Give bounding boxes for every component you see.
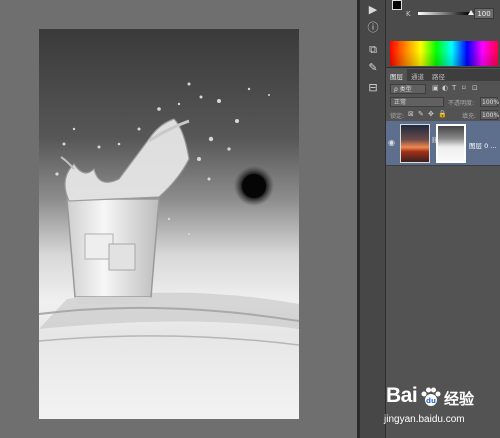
blend-mode-select[interactable]: 正常 <box>390 97 444 107</box>
fill-field[interactable]: 100% <box>480 110 499 120</box>
panel-toolstrip: ▶ ⓘ ⧉ ✎ ⊟ <box>360 0 386 438</box>
tab-layers[interactable]: 图层 <box>386 69 407 81</box>
info-icon[interactable]: ⓘ <box>365 20 381 36</box>
opacity-label: 不透明度: <box>448 100 475 107</box>
smart-object-filter-icon[interactable]: ⊡ <box>472 85 479 92</box>
clone-source-icon[interactable]: ⧉ <box>365 42 381 58</box>
adjustment-filter-icon[interactable]: ◐ <box>442 85 449 92</box>
k-channel-slider[interactable] <box>418 12 470 15</box>
eye-icon[interactable]: ◉ <box>388 138 395 147</box>
type-filter-icon[interactable]: T <box>452 85 459 92</box>
color-panel: K 100 <box>386 0 500 68</box>
layers-panel-tabs: 图层 通道 路径 <box>386 69 500 81</box>
watermark-url: jingyan.baidu.com <box>384 414 465 425</box>
layer-name[interactable]: 图层 0 ... <box>469 140 496 150</box>
adjust-icon[interactable]: ⊟ <box>365 80 381 96</box>
color-spectrum[interactable] <box>390 41 498 66</box>
right-panels: K 100 图层 通道 路径 ρ 类型 ▣ ◐ T ⌑ ⊡ 正常 不透明度: 1… <box>386 0 500 438</box>
layer-row[interactable]: ◉ ⛓ 图层 0 ... <box>386 121 500 166</box>
k-value-field[interactable]: 100 <box>474 8 494 19</box>
fill-label: 填充: <box>462 113 477 120</box>
lock-transparency-icon[interactable]: ⊠ <box>408 111 415 118</box>
canvas-area[interactable] <box>0 0 357 438</box>
image-filter-icon[interactable]: ▣ <box>432 85 439 92</box>
baidu-jingyan-watermark: Bai du 经验 jingyan.baidu.com <box>380 380 498 436</box>
layer-filter-select[interactable]: ρ 类型 <box>390 84 426 94</box>
layer-thumbnail[interactable] <box>400 124 430 163</box>
lock-label: 锁定: <box>390 113 405 120</box>
foreground-color-swatch[interactable] <box>392 0 402 10</box>
svg-text:du: du <box>426 397 436 405</box>
tab-paths[interactable]: 路径 <box>428 69 449 81</box>
play-icon[interactable]: ▶ <box>365 2 381 18</box>
tab-channels[interactable]: 通道 <box>407 69 428 81</box>
lock-pixels-icon[interactable]: ✎ <box>418 111 425 118</box>
watermark-brand-cn: 经验 <box>444 390 475 408</box>
paw-icon: du <box>421 387 441 406</box>
water-glass-photo <box>39 82 299 346</box>
brush-icon[interactable]: ✎ <box>365 60 381 76</box>
channel-label: K <box>406 10 411 18</box>
document-image[interactable] <box>39 29 299 419</box>
watermark-brand: Bai <box>386 384 418 407</box>
shape-filter-icon[interactable]: ⌑ <box>462 85 469 92</box>
opacity-field[interactable]: 100% <box>480 97 499 107</box>
layer-mask-thumbnail[interactable] <box>436 124 466 163</box>
lock-all-icon[interactable]: 🔒 <box>438 111 447 118</box>
lock-position-icon[interactable]: ✥ <box>428 111 435 118</box>
